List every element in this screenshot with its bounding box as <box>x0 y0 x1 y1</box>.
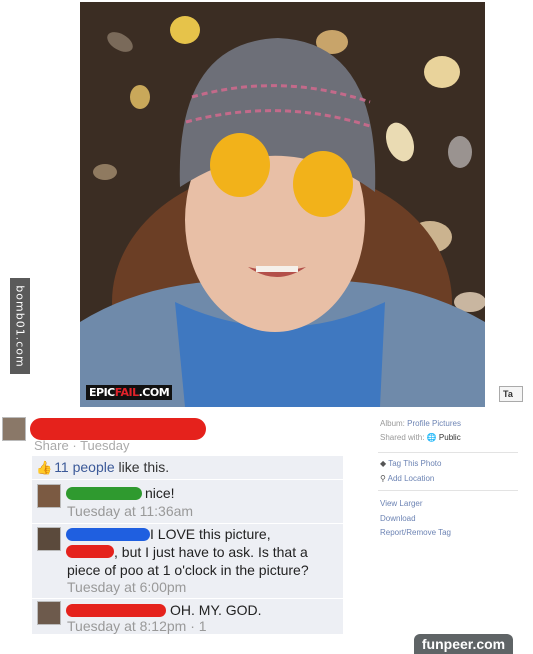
comment-time[interactable]: Tuesday at 11:36am <box>67 503 193 519</box>
download-link[interactable]: Download <box>380 514 416 523</box>
tag-button[interactable]: Ta <box>499 386 523 402</box>
redacted-commenter-name <box>66 604 166 617</box>
share-dot: · <box>72 438 77 453</box>
tag-icon: ◆ <box>380 459 387 468</box>
bomb01-watermark-text: bomb01.com <box>13 284 27 368</box>
divider <box>32 479 343 480</box>
share-link[interactable]: Share <box>34 438 69 453</box>
epicfail-logo: EPICFAIL.COM <box>86 385 173 400</box>
shared-line: Shared with: 🌐 Public <box>380 433 461 442</box>
album-label: Album: <box>380 419 405 428</box>
redacted-poster-name <box>30 418 206 440</box>
logo-fail: FAIL <box>114 386 139 399</box>
logo-tld: .COM <box>138 386 170 399</box>
report-remove-tag-link[interactable]: Report/Remove Tag <box>380 528 451 537</box>
privacy-public[interactable]: Public <box>439 433 461 442</box>
photo-illustration <box>80 2 485 407</box>
profile-photo[interactable] <box>80 2 485 407</box>
logo-epic: EPIC <box>89 386 115 399</box>
commenter-avatar[interactable] <box>37 527 61 551</box>
tag-photo-link[interactable]: ◆ Tag This Photo <box>380 459 441 468</box>
divider <box>32 598 343 599</box>
view-larger-link[interactable]: View Larger <box>380 499 423 508</box>
post-time: Tuesday <box>80 438 130 453</box>
comment-time[interactable]: Tuesday at 8:12pm · 1 <box>67 618 207 634</box>
comment-text-line1: I LOVE this picture, <box>150 526 271 542</box>
location-pin-icon: ⚲ <box>380 474 386 483</box>
divider <box>32 523 343 524</box>
commenter-avatar[interactable] <box>37 484 61 508</box>
comment-time[interactable]: Tuesday at 6:00pm <box>67 579 186 595</box>
likes-row: 👍 11 people like this. <box>36 459 169 476</box>
redacted-mention <box>66 545 114 558</box>
comment-text-line2: , but I just have to ask. Is that a <box>114 544 308 560</box>
share-line: Share · Tuesday <box>34 438 129 453</box>
redacted-commenter-name <box>66 528 150 541</box>
comment-text-line3: piece of poo at 1 o'clock in the picture… <box>67 562 309 578</box>
comment-text: nice! <box>145 485 175 501</box>
divider <box>378 490 518 491</box>
album-line: Album: Profile Pictures <box>380 419 461 428</box>
like-thumb-icon: 👍 <box>36 460 53 475</box>
divider <box>378 452 518 453</box>
add-location-label: Add Location <box>387 474 435 483</box>
add-location-link[interactable]: ⚲ Add Location <box>380 474 434 483</box>
album-link[interactable]: Profile Pictures <box>407 419 461 428</box>
funpeer-watermark: funpeer.com <box>414 634 513 654</box>
bomb01-watermark: bomb01.com <box>10 278 30 374</box>
shared-label: Shared with: <box>380 433 425 442</box>
likes-count-link[interactable]: 11 people <box>54 459 114 475</box>
redacted-commenter-name <box>66 487 142 500</box>
poster-avatar[interactable] <box>2 417 26 441</box>
tag-photo-label: Tag This Photo <box>388 459 442 468</box>
commenter-avatar[interactable] <box>37 601 61 625</box>
likes-rest: like this. <box>114 459 170 475</box>
globe-icon: 🌐 <box>426 433 437 442</box>
